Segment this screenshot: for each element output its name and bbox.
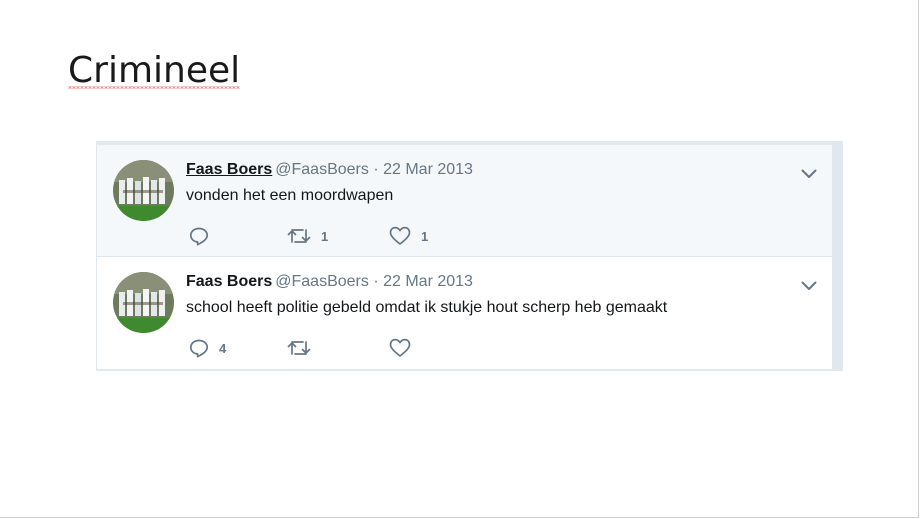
- author-handle-date[interactable]: @FaasBoers · 22 Mar 2013: [275, 273, 473, 290]
- avatar[interactable]: [113, 272, 174, 333]
- like-button[interactable]: 1: [389, 225, 428, 247]
- reply-count: 4: [219, 340, 227, 356]
- reply-icon: [189, 338, 209, 358]
- reply-icon: [189, 226, 209, 246]
- heart-icon: [389, 226, 411, 246]
- heart-icon: [389, 338, 411, 358]
- tweet-actions: 1 1: [189, 225, 589, 247]
- slide-canvas: Crimineel Faas Boers @FaasBoers · 22 Mar…: [0, 0, 919, 518]
- retweet-icon: [287, 226, 311, 246]
- retweet-count: 1: [321, 228, 329, 244]
- reply-button[interactable]: [189, 225, 219, 247]
- tweet-text: school heeft politie gebeld omdat ik stu…: [186, 299, 668, 316]
- retweet-button[interactable]: [287, 337, 321, 359]
- author-name[interactable]: Faas Boers: [186, 161, 272, 178]
- retweet-icon: [287, 338, 311, 358]
- author-handle-date[interactable]: @FaasBoers · 22 Mar 2013: [275, 161, 473, 178]
- reply-button[interactable]: 4: [189, 337, 226, 359]
- tweet[interactable]: Faas Boers @FaasBoers · 22 Mar 2013 vonde…: [97, 145, 832, 257]
- tweet-text: vonden het een moordwapen: [186, 187, 394, 204]
- avatar[interactable]: [113, 160, 174, 221]
- retweet-button[interactable]: 1: [287, 225, 328, 247]
- author-name[interactable]: Faas Boers: [186, 273, 272, 290]
- tweet-actions: 4: [189, 337, 589, 359]
- tweet-header: Faas Boers @FaasBoers · 22 Mar 2013: [186, 161, 473, 179]
- chevron-down-icon[interactable]: [801, 279, 817, 291]
- tweet-list: Faas Boers @FaasBoers · 22 Mar 2013 vonde…: [97, 145, 832, 370]
- tweet-header: Faas Boers @FaasBoers · 22 Mar 2013: [186, 273, 473, 291]
- like-count: 1: [421, 228, 429, 244]
- like-button[interactable]: [389, 337, 421, 359]
- tweet[interactable]: Faas Boers @FaasBoers · 22 Mar 2013 schoo…: [97, 257, 832, 370]
- slide-title[interactable]: Crimineel: [68, 50, 241, 91]
- embedded-tweet-thread: Faas Boers @FaasBoers · 22 Mar 2013 vonde…: [96, 141, 843, 371]
- chevron-down-icon[interactable]: [801, 167, 817, 179]
